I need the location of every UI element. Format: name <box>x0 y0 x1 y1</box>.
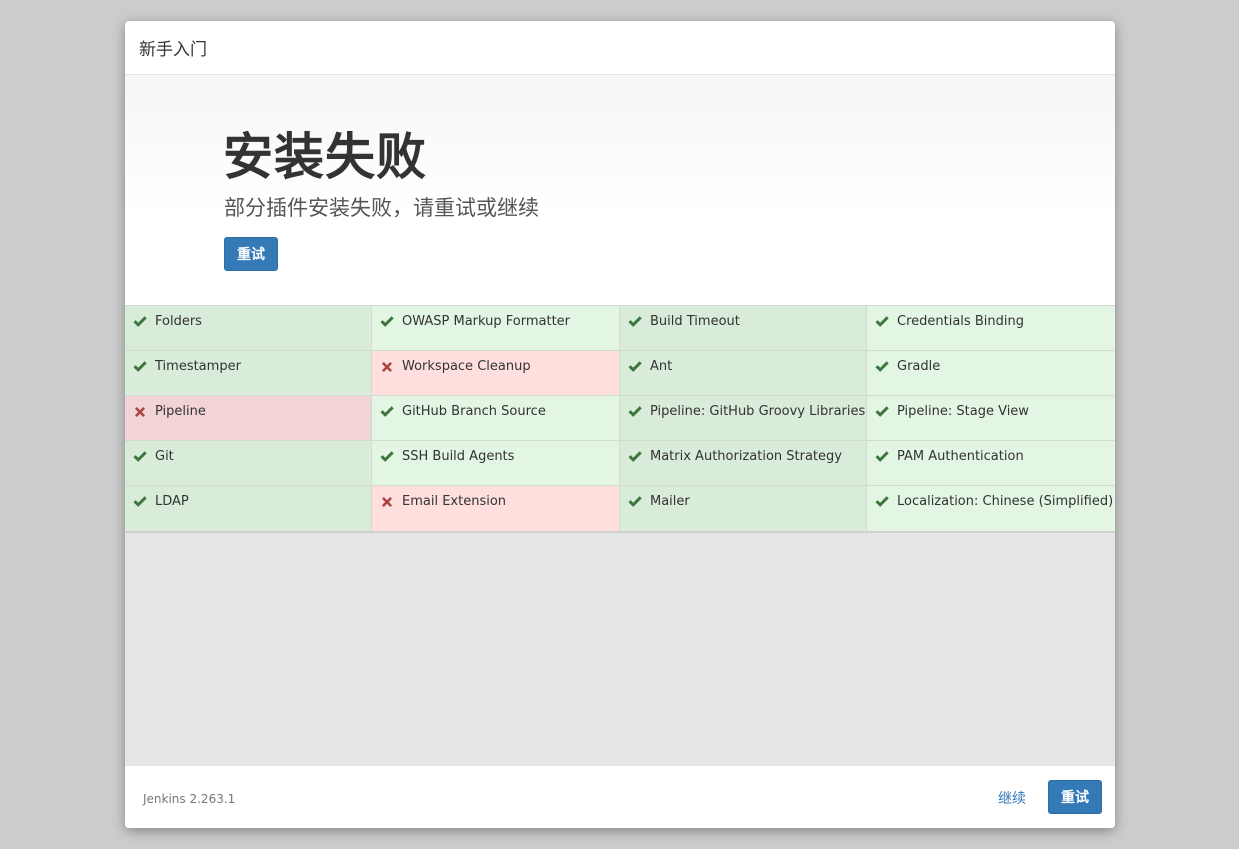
cross-icon <box>382 362 392 372</box>
plugin-item: SSH Build Agents <box>372 441 620 486</box>
check-icon <box>133 496 147 507</box>
plugin-item: Localization: Chinese (Simplified) <box>867 486 1115 531</box>
plugin-name: Workspace Cleanup <box>402 359 531 374</box>
plugin-name: Mailer <box>650 494 690 509</box>
plugin-item: Pipeline: GitHub Groovy Libraries <box>620 396 867 441</box>
plugin-name: Gradle <box>897 359 941 374</box>
check-icon <box>628 451 642 462</box>
plugin-name: Folders <box>155 314 202 329</box>
setup-wizard-dialog: 新手入门 安装失败 部分插件安装失败，请重试或继续 重试 Folders OWAS… <box>125 21 1115 828</box>
plugin-item: Git <box>125 441 372 486</box>
plugin-item: GitHub Branch Source <box>372 396 620 441</box>
check-icon <box>628 361 642 372</box>
page-subtitle: 部分插件安装失败，请重试或继续 <box>224 196 539 220</box>
plugin-name: OWASP Markup Formatter <box>402 314 571 329</box>
plugin-name: Matrix Authorization Strategy <box>650 449 842 464</box>
empty-area <box>125 533 1115 766</box>
check-icon <box>875 496 889 507</box>
plugin-name: Git <box>155 449 174 464</box>
jenkins-version: Jenkins 2.263.1 <box>143 792 236 806</box>
check-icon <box>875 451 889 462</box>
check-icon <box>875 361 889 372</box>
plugin-item: Folders <box>125 306 372 351</box>
plugin-item: Matrix Authorization Strategy <box>620 441 867 486</box>
cross-icon <box>382 497 392 507</box>
continue-link[interactable]: 继续 <box>998 788 1026 808</box>
plugin-status-grid: Folders OWASP Markup Formatter Build Timeo… <box>125 305 1115 533</box>
plugin-item: Timestamper <box>125 351 372 396</box>
plugin-name: GitHub Branch Source <box>402 404 546 419</box>
plugin-name: Pipeline <box>155 404 206 419</box>
check-icon <box>133 451 147 462</box>
plugin-name: Pipeline: GitHub Groovy Libraries <box>650 404 866 419</box>
plugin-name: LDAP <box>155 494 189 509</box>
footer-retry-button[interactable]: 重试 <box>1048 780 1102 814</box>
plugin-name: Build Timeout <box>650 314 740 329</box>
check-icon <box>875 316 889 327</box>
check-icon <box>380 451 394 462</box>
plugin-item: Mailer <box>620 486 867 531</box>
check-icon <box>380 316 394 327</box>
plugin-name: Timestamper <box>155 359 241 374</box>
plugin-name: Pipeline: Stage View <box>897 404 1029 419</box>
check-icon <box>875 406 889 417</box>
dialog-title: 新手入门 <box>139 40 207 60</box>
plugin-name: Credentials Binding <box>897 314 1024 329</box>
plugin-name: Localization: Chinese (Simplified) <box>897 494 1114 509</box>
check-icon <box>628 316 642 327</box>
check-icon <box>628 496 642 507</box>
page-title: 安装失败 <box>223 128 427 186</box>
plugin-name: SSH Build Agents <box>402 449 515 464</box>
plugin-name: Email Extension <box>402 494 507 509</box>
install-result-banner: 安装失败 部分插件安装失败，请重试或继续 重试 <box>125 75 1115 305</box>
plugin-item: Pipeline: Stage View <box>867 396 1115 441</box>
cross-icon <box>135 407 145 417</box>
check-icon <box>380 406 394 417</box>
plugin-item: Email Extension <box>372 486 620 531</box>
plugin-item: Credentials Binding <box>867 306 1115 351</box>
dialog-footer: Jenkins 2.263.1 继续 重试 <box>125 765 1115 828</box>
check-icon <box>133 316 147 327</box>
check-icon <box>628 406 642 417</box>
dialog-header: 新手入门 <box>125 21 1115 75</box>
plugin-name: PAM Authentication <box>897 449 1024 464</box>
check-icon <box>133 361 147 372</box>
plugin-item: Gradle <box>867 351 1115 396</box>
plugin-item: Pipeline <box>125 396 372 441</box>
plugin-item: Ant <box>620 351 867 396</box>
plugin-item: Build Timeout <box>620 306 867 351</box>
plugin-item: LDAP <box>125 486 372 531</box>
plugin-item: PAM Authentication <box>867 441 1115 486</box>
plugin-item: OWASP Markup Formatter <box>372 306 620 351</box>
retry-button[interactable]: 重试 <box>224 237 278 271</box>
plugin-name: Ant <box>650 359 673 374</box>
plugin-item: Workspace Cleanup <box>372 351 620 396</box>
